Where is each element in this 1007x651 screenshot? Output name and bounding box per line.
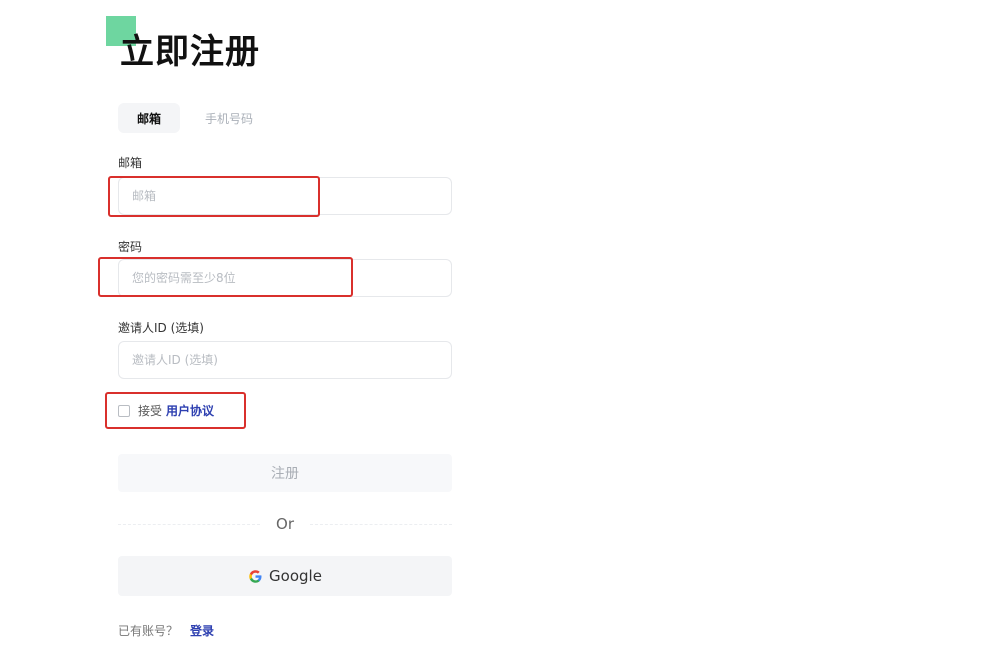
register-button[interactable]: 注册 (118, 454, 452, 492)
user-agreement-link[interactable]: 用户协议 (166, 402, 214, 419)
agree-checkbox[interactable] (118, 404, 130, 417)
google-signin-button[interactable]: Google (118, 556, 452, 596)
or-text: Or (276, 515, 294, 533)
email-label: 邮箱 (118, 156, 143, 170)
or-divider: Or (118, 514, 453, 534)
divider-line-left (118, 523, 261, 525)
referrer-label: 邀请人ID (选填) (118, 321, 204, 335)
login-prompt: 已有账号？ 登录 (118, 622, 214, 639)
google-icon (249, 569, 262, 583)
password-label: 密码 (118, 240, 143, 254)
google-label: Google (269, 567, 322, 585)
agreement-row: 接受 用户协议 (118, 402, 214, 419)
email-input[interactable] (118, 177, 452, 215)
login-link[interactable]: 登录 (190, 622, 214, 639)
divider-line-right (310, 523, 453, 525)
agree-text: 接受 (138, 404, 163, 418)
register-page: 立即注册 邮箱 手机号码 邮箱 密码 邀请人ID (选填) 接受 用户协议 注册… (0, 0, 1007, 651)
tab-email[interactable]: 邮箱 (118, 103, 181, 133)
page-title: 立即注册 (120, 32, 260, 72)
have-account-text: 已有账号？ (118, 624, 179, 638)
referrer-input[interactable] (118, 341, 452, 379)
password-input[interactable] (118, 259, 452, 297)
tab-phone[interactable]: 手机号码 (186, 103, 272, 133)
register-tabs: 邮箱 手机号码 (118, 103, 272, 133)
